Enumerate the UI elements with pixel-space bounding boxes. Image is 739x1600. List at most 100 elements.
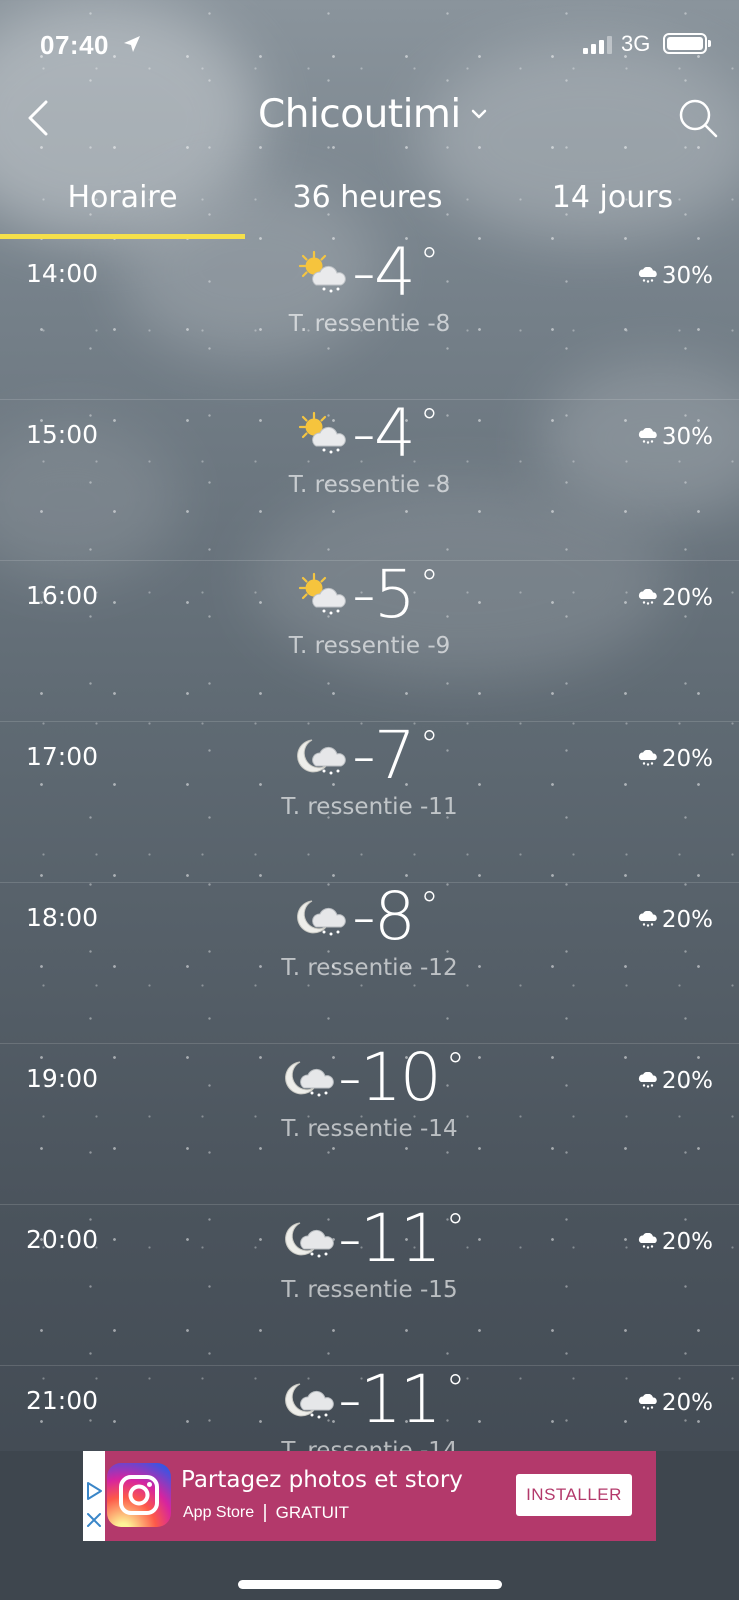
nav-bar: Chicoutimi bbox=[0, 90, 739, 160]
feels-like: T. ressentie -14 bbox=[281, 1116, 458, 1142]
sun-cloud-snow-icon bbox=[294, 249, 348, 295]
hour-time: 16:00 bbox=[26, 581, 99, 610]
hour-temp-value: -8 bbox=[352, 878, 416, 955]
moon-cloud-snow-icon bbox=[294, 732, 348, 778]
precip-value: 20% bbox=[661, 1390, 713, 1416]
hour-temperature: -7 ° bbox=[352, 717, 439, 794]
hour-time: 14:00 bbox=[26, 259, 99, 288]
hour-row[interactable]: 16:00 -5 ° T. ressentie -9 20% bbox=[0, 556, 739, 722]
status-bar: 07:40 3G bbox=[0, 0, 739, 90]
snow-cloud-icon bbox=[637, 1229, 659, 1255]
city-name: Chicoutimi bbox=[258, 91, 461, 137]
location-arrow-icon bbox=[124, 36, 140, 52]
moon-cloud-snow-icon bbox=[282, 1376, 336, 1422]
hour-temp-value: -11 bbox=[338, 1361, 442, 1438]
moon-cloud-snow-icon bbox=[282, 1215, 336, 1261]
signal-strength-icon bbox=[583, 36, 613, 54]
feels-like: T. ressentie -15 bbox=[281, 1277, 458, 1303]
hour-temperature: -11 ° bbox=[338, 1361, 465, 1438]
feels-like: T. ressentie -9 bbox=[288, 633, 451, 659]
snow-cloud-icon bbox=[637, 1390, 659, 1416]
degree-symbol: ° bbox=[419, 401, 439, 445]
search-icon[interactable] bbox=[676, 96, 720, 140]
hour-time: 17:00 bbox=[26, 742, 99, 771]
battery-icon bbox=[663, 33, 711, 54]
city-selector[interactable]: Chicoutimi bbox=[258, 91, 487, 137]
hour-time: 15:00 bbox=[26, 420, 99, 449]
feels-like: T. ressentie -8 bbox=[288, 311, 451, 337]
ad-price: GRATUIT bbox=[275, 1503, 350, 1522]
degree-symbol: ° bbox=[445, 1367, 465, 1411]
hour-time: 20:00 bbox=[26, 1225, 99, 1254]
moon-cloud-snow-icon bbox=[294, 893, 348, 939]
tab-horaire[interactable]: Horaire bbox=[0, 180, 245, 215]
precip-value: 20% bbox=[661, 907, 713, 933]
precip-chance: 20% bbox=[637, 1068, 713, 1094]
degree-symbol: ° bbox=[419, 884, 439, 928]
precip-value: 20% bbox=[661, 1068, 713, 1094]
feels-like: T. ressentie -12 bbox=[281, 955, 458, 981]
degree-symbol: ° bbox=[419, 241, 439, 284]
degree-symbol: ° bbox=[419, 562, 439, 606]
hour-row[interactable]: 17:00 -7 ° T. ressentie -11 20% bbox=[0, 717, 739, 883]
snow-cloud-icon bbox=[637, 263, 659, 289]
snow-cloud-icon bbox=[637, 424, 659, 450]
hour-row[interactable]: 21:00 -11 ° T. ressentie -14 20% bbox=[0, 1361, 739, 1451]
tab-14-jours[interactable]: 14 jours bbox=[490, 180, 735, 215]
status-time: 07:40 bbox=[40, 30, 109, 60]
sun-cloud-snow-icon bbox=[294, 410, 348, 456]
instagram-logo-icon bbox=[107, 1463, 171, 1527]
ad-subtitle: App Store GRATUIT bbox=[183, 1503, 349, 1523]
moon-cloud-snow-icon bbox=[282, 1054, 336, 1100]
ad-store: App Store bbox=[183, 1504, 255, 1521]
hour-row[interactable]: 19:00 -10 ° T. ressentie -14 20% bbox=[0, 1039, 739, 1205]
precip-chance: 20% bbox=[637, 907, 713, 933]
hour-row[interactable]: 15:00 -4 ° T. ressentie -8 30% bbox=[0, 395, 739, 561]
precip-chance: 30% bbox=[637, 424, 713, 450]
close-icon[interactable] bbox=[85, 1511, 103, 1529]
ad-separator bbox=[264, 1504, 266, 1522]
hour-temp-value: -4 bbox=[352, 395, 416, 472]
hour-temperature: -4 ° bbox=[352, 241, 439, 311]
hour-temp-value: -4 bbox=[352, 241, 416, 311]
hour-time: 21:00 bbox=[26, 1386, 99, 1415]
back-chevron-icon[interactable] bbox=[18, 96, 62, 140]
snow-cloud-icon bbox=[637, 907, 659, 933]
degree-symbol: ° bbox=[419, 723, 439, 767]
hour-row[interactable]: 20:00 -11 ° T. ressentie -15 20% bbox=[0, 1200, 739, 1366]
hour-row[interactable]: 18:00 -8 ° T. ressentie -12 20% bbox=[0, 878, 739, 1044]
precip-chance: 20% bbox=[637, 746, 713, 772]
precip-value: 20% bbox=[661, 746, 713, 772]
precip-value: 20% bbox=[661, 585, 713, 611]
degree-symbol: ° bbox=[445, 1206, 465, 1250]
feels-like: T. ressentie -14 bbox=[281, 1438, 458, 1451]
ad-choices-icon[interactable] bbox=[85, 1481, 103, 1501]
hourly-list[interactable]: 14:00 -4 ° T. ressentie -8 30% 15:00 -4 ° T. res… bbox=[0, 241, 739, 1451]
precip-value: 30% bbox=[661, 263, 713, 289]
hour-time: 18:00 bbox=[26, 903, 99, 932]
tab-bar: Horaire 36 heures 14 jours bbox=[0, 170, 739, 240]
network-type: 3G bbox=[621, 31, 651, 56]
hour-temperature: -11 ° bbox=[338, 1200, 465, 1277]
precip-value: 20% bbox=[661, 1229, 713, 1255]
tab-36-heures[interactable]: 36 heures bbox=[245, 180, 490, 215]
ad-banner[interactable]: Partagez photos et story App Store GRATU… bbox=[83, 1451, 656, 1541]
hour-temp-value: -5 bbox=[352, 556, 416, 633]
install-button[interactable]: INSTALLER bbox=[516, 1474, 632, 1516]
sun-cloud-snow-icon bbox=[294, 571, 348, 617]
hour-temperature: -5 ° bbox=[352, 556, 439, 633]
precip-chance: 30% bbox=[637, 263, 713, 289]
snow-cloud-icon bbox=[637, 1068, 659, 1094]
precip-value: 30% bbox=[661, 424, 713, 450]
feels-like: T. ressentie -11 bbox=[281, 794, 458, 820]
ad-title: Partagez photos et story bbox=[181, 1467, 463, 1493]
home-indicator[interactable] bbox=[238, 1580, 502, 1589]
snow-cloud-icon bbox=[637, 585, 659, 611]
hour-temp-value: -10 bbox=[338, 1039, 442, 1116]
hour-row[interactable]: 14:00 -4 ° T. ressentie -8 30% bbox=[0, 241, 739, 400]
hour-temp-value: -11 bbox=[338, 1200, 442, 1277]
hour-temperature: -4 ° bbox=[352, 395, 439, 472]
hour-temp-value: -7 bbox=[352, 717, 416, 794]
precip-chance: 20% bbox=[637, 585, 713, 611]
hour-temperature: -8 ° bbox=[352, 878, 439, 955]
